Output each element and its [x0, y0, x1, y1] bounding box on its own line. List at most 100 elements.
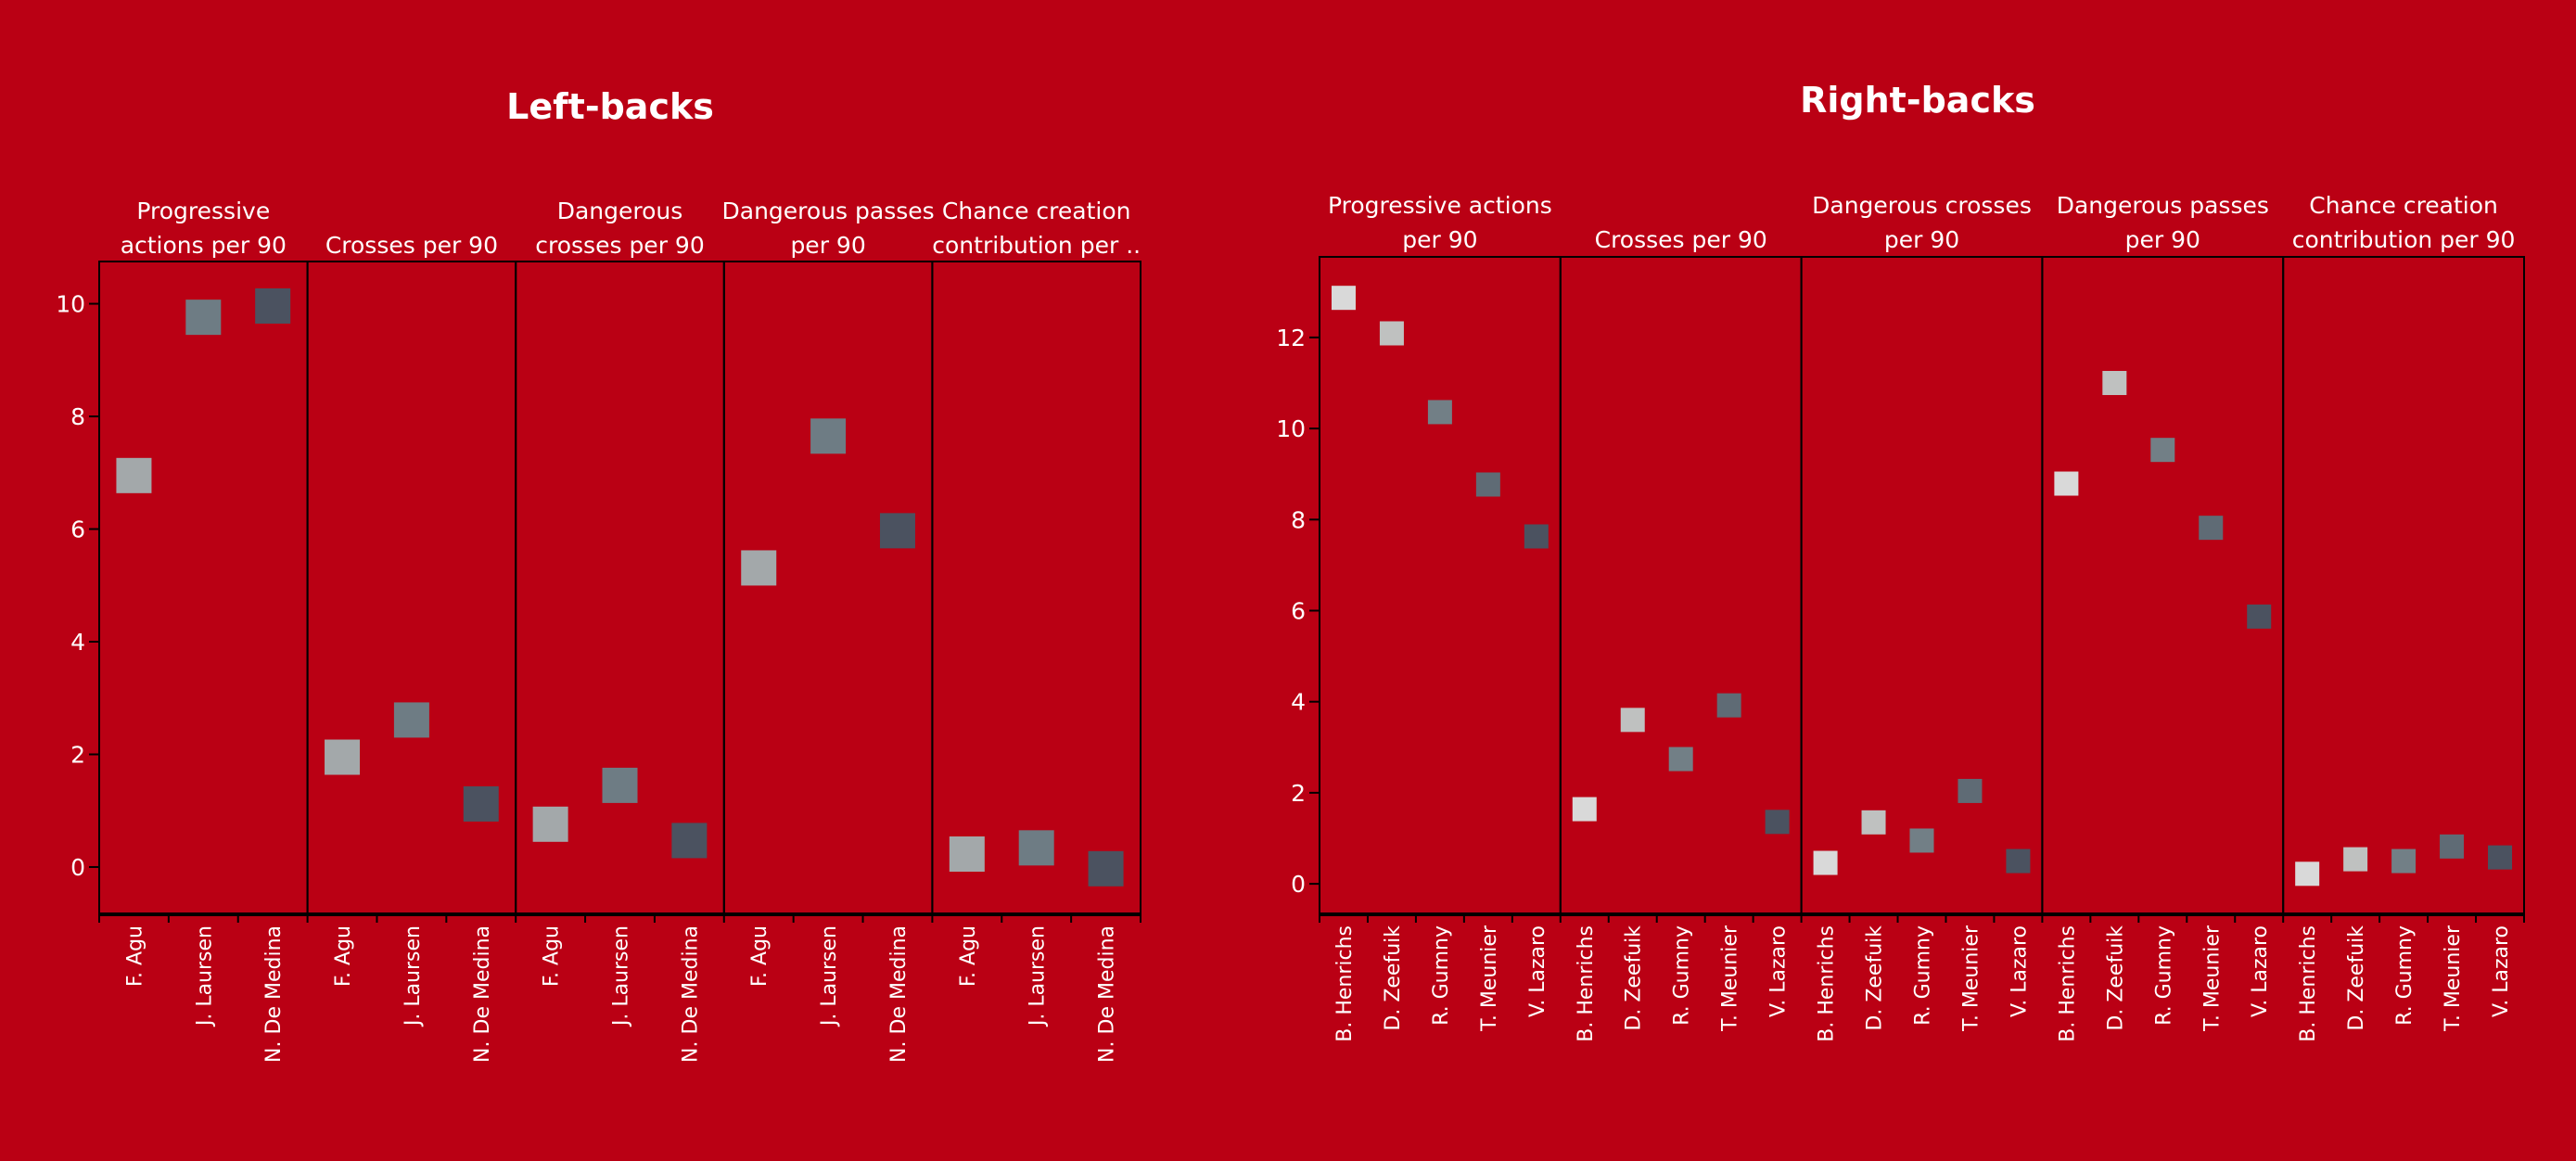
- chart-title-left-backs: Left-backs: [506, 86, 714, 127]
- data-point-d-zeefuik: [1620, 708, 1645, 733]
- data-point-j-laursen: [602, 767, 638, 803]
- y-tick-label: 6: [70, 517, 85, 543]
- data-point-f-agu: [532, 806, 568, 842]
- x-tick-label: B. Henrichs: [1575, 925, 1598, 1042]
- left-backs-chart: Left-backs Progressive actions per 90 F. A…: [56, 86, 1142, 1063]
- panel-frame: [931, 261, 1142, 915]
- data-point-r-gumny: [1427, 400, 1452, 425]
- x-tick-label: R. Gumny: [1671, 925, 1694, 1026]
- data-point-t-meunier: [1958, 778, 1983, 803]
- x-tick-label: F. Agu: [748, 925, 772, 987]
- x-tick-label: R. Gumny: [2152, 925, 2175, 1026]
- panel-header-line1: Dangerous passes: [2057, 192, 2269, 219]
- x-tick-label: D. Zeefuik: [1623, 925, 1646, 1031]
- x-tick-label: T. Meunier: [1959, 925, 1983, 1032]
- x-tick-label: T. Meunier: [1478, 925, 1501, 1032]
- panel-header-line2: crosses per 90: [535, 232, 704, 259]
- panel-header-line1: Dangerous: [557, 198, 683, 224]
- x-tick-label: N. De Medina: [262, 925, 286, 1063]
- data-point-t-meunier: [1475, 472, 1500, 497]
- data-point-v-lazaro: [1524, 524, 1549, 549]
- x-tick-label: N. De Medina: [887, 925, 911, 1063]
- x-tick-label: N. De Medina: [679, 925, 702, 1063]
- x-tick-label: N. De Medina: [1096, 925, 1119, 1063]
- right-backs-chart: Right-backs Progressive actions per 90 B. …: [1276, 80, 2525, 1042]
- y-tick-label: 0: [1291, 871, 1306, 898]
- data-point-j-laursen: [810, 418, 847, 454]
- y-tick-label: 10: [1276, 415, 1306, 442]
- data-point-b-henrichs: [1572, 797, 1597, 822]
- y-tick-label: 2: [70, 741, 85, 768]
- panel-header-line1: Dangerous passes: [722, 198, 935, 224]
- y-tick-label: 12: [1276, 325, 1306, 351]
- x-tick-label: N. De Medina: [471, 925, 494, 1063]
- y-tick-label: 4: [1291, 689, 1306, 716]
- data-point-n-de-medina: [671, 823, 708, 859]
- x-tick-label: V. Lazaro: [2008, 925, 2031, 1017]
- x-tick-label: D. Zeefuik: [1864, 925, 1887, 1031]
- panel-header-line2: per 90: [2125, 226, 2200, 253]
- data-point-r-gumny: [2150, 438, 2175, 463]
- panel-frame: [98, 261, 309, 915]
- x-tick-label: B. Henrichs: [2056, 925, 2079, 1042]
- y-tick-label: 4: [70, 629, 85, 656]
- panel-header-line1: Chance creation: [942, 198, 1131, 224]
- panel-header-line2: Crosses per 90: [1595, 226, 1767, 253]
- data-point-d-zeefuik: [2102, 371, 2127, 396]
- x-tick-label: B. Henrichs: [2297, 925, 2320, 1042]
- x-tick-label: V. Lazaro: [1767, 925, 1791, 1017]
- y-tick-label: 6: [1291, 598, 1306, 625]
- x-tick-label: J. Laursen: [193, 925, 216, 1027]
- x-tick-label: D. Zeefuik: [2345, 925, 2368, 1031]
- chart-canvas: Left-backs Progressive actions per 90 F. A…: [56, 80, 2525, 1063]
- x-tick-label: V. Lazaro: [1526, 925, 1549, 1017]
- y-tick-label: 2: [1291, 780, 1306, 807]
- data-point-r-gumny: [1668, 746, 1693, 772]
- data-point-b-henrichs: [2295, 861, 2320, 887]
- y-tick-label: 10: [56, 291, 85, 318]
- x-tick-label: F. Agu: [123, 925, 147, 987]
- chart-title-right-backs: Right-backs: [1800, 80, 2035, 121]
- data-point-j-laursen: [393, 702, 429, 738]
- data-point-t-meunier: [2199, 516, 2224, 541]
- data-point-j-laursen: [185, 300, 222, 336]
- x-tick-label: V. Lazaro: [2249, 925, 2272, 1017]
- data-point-v-lazaro: [2488, 845, 2513, 870]
- x-tick-label: B. Henrichs: [1816, 925, 1839, 1042]
- x-tick-label: V. Lazaro: [2490, 925, 2513, 1017]
- data-point-d-zeefuik: [1379, 321, 1404, 346]
- panel-header-line2: contribution per 90: [2292, 226, 2516, 253]
- data-point-f-agu: [116, 457, 152, 493]
- data-point-v-lazaro: [2006, 848, 2031, 874]
- panel-header-line2: per 90: [1884, 226, 1959, 253]
- panel-frame: [722, 261, 934, 915]
- x-tick-label: F. Agu: [957, 925, 980, 987]
- data-point-b-henrichs: [1331, 286, 1356, 311]
- x-tick-label: F. Agu: [332, 925, 355, 987]
- y-tick-label: 0: [70, 854, 85, 881]
- data-point-r-gumny: [2391, 848, 2417, 874]
- panel-header-line2: per 90: [790, 232, 865, 259]
- panel-frame: [1800, 256, 2044, 915]
- data-point-j-laursen: [1018, 830, 1054, 866]
- x-tick-label: T. Meunier: [2442, 925, 2465, 1032]
- data-point-n-de-medina: [255, 287, 291, 324]
- panel-header-line2: Crosses per 90: [325, 232, 498, 259]
- panel-header-line2: actions per 90: [121, 232, 287, 259]
- data-point-n-de-medina: [463, 785, 499, 822]
- data-point-r-gumny: [1909, 828, 1934, 853]
- x-tick-label: B. Henrichs: [1333, 925, 1357, 1042]
- panel-frame: [1319, 256, 1562, 915]
- data-point-f-agu: [325, 739, 361, 775]
- data-point-f-agu: [741, 550, 777, 586]
- data-point-t-meunier: [2440, 834, 2465, 859]
- data-point-f-agu: [949, 836, 985, 873]
- data-point-b-henrichs: [1813, 850, 1838, 875]
- x-tick-label: T. Meunier: [1719, 925, 1742, 1032]
- panel-header-line1: Progressive: [136, 198, 270, 224]
- y-tick-label: 8: [1291, 506, 1306, 533]
- x-tick-label: R. Gumny: [1912, 925, 1935, 1026]
- panel-header-line1: Dangerous crosses: [1812, 192, 2032, 219]
- panel-header-line2: contribution per ..: [932, 232, 1141, 259]
- data-point-t-meunier: [1716, 693, 1741, 718]
